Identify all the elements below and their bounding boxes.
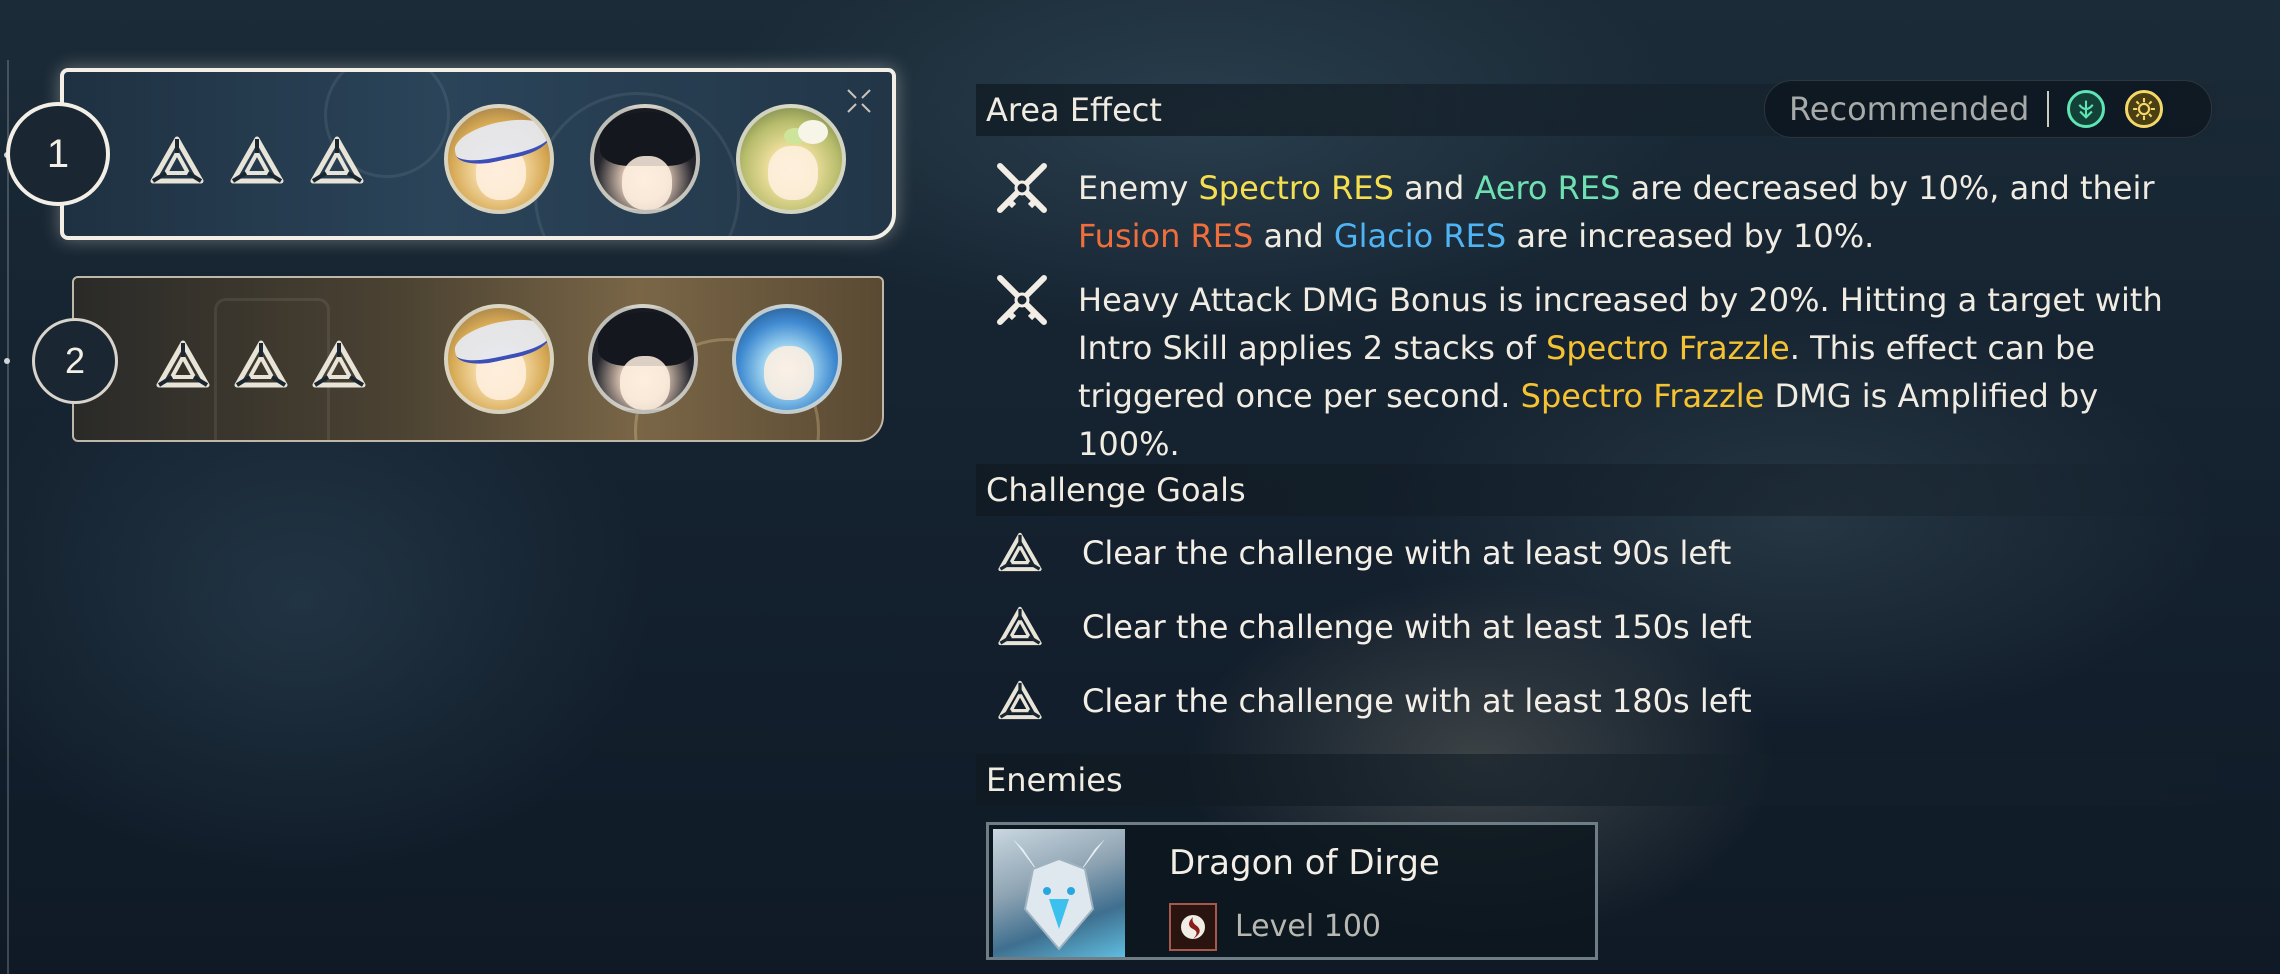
goal-star-icon [998, 532, 1042, 572]
stage-number-badge: 1 [6, 102, 110, 206]
character-avatar [736, 104, 846, 214]
rail-marker [4, 358, 10, 364]
challenge-goal: Clear the challenge with at least 150s l… [1082, 608, 1752, 646]
fusion-res-keyword: Fusion RES [1078, 217, 1254, 255]
character-avatar [588, 304, 698, 414]
enemy-level: Level 100 [1235, 909, 1381, 944]
avatar-face [764, 346, 814, 400]
spectro-frazzle-keyword: Spectro Frazzle [1546, 329, 1790, 367]
character-avatar [732, 304, 842, 414]
challenge-goals-header: Challenge Goals [976, 464, 2216, 516]
effect-text: Enemy [1078, 169, 1199, 207]
enemy-portrait [993, 829, 1125, 957]
character-avatar [444, 304, 554, 414]
character-avatar [590, 104, 700, 214]
glacio-res-keyword: Glacio RES [1333, 217, 1507, 255]
aero-icon [2067, 90, 2106, 128]
section-title: Area Effect [986, 91, 1162, 129]
goal-star-icon [230, 136, 284, 184]
area-effect-1: Enemy Spectro RES and Aero RES are decre… [1078, 164, 2218, 260]
effect-text: and [1393, 169, 1475, 207]
effect-text: and [1253, 217, 1334, 255]
character-avatar [444, 104, 554, 214]
goal-star-icon [156, 340, 210, 388]
dragon-image [1013, 839, 1105, 951]
stage-number-badge: 2 [32, 318, 118, 404]
area-effect-2: Heavy Attack DMG Bonus is increased by 2… [1078, 276, 2208, 468]
avatar-face [768, 146, 818, 200]
spectro-icon [2125, 90, 2164, 128]
goal-star-icon [150, 136, 204, 184]
goal-star-icon [312, 340, 366, 388]
stage-rail [7, 60, 9, 974]
divider [2047, 91, 2050, 127]
avatar-face [622, 156, 672, 210]
challenge-goal: Clear the challenge with at least 90s le… [1082, 534, 1732, 572]
effect-text: are increased by 10%. [1506, 217, 1875, 255]
goal-star-icon [234, 340, 288, 388]
stage-card-1[interactable] [60, 68, 896, 240]
stage-card-2[interactable] [72, 276, 884, 442]
avatar-flower [798, 120, 828, 144]
section-title: Enemies [986, 761, 1123, 799]
recommended-elements: Recommended [1764, 80, 2212, 138]
goal-star-icon [998, 680, 1042, 720]
expand-icon [847, 89, 871, 113]
enemy-card[interactable]: Dragon of Dirge Level 100 [986, 822, 1598, 960]
challenge-goal: Clear the challenge with at least 180s l… [1082, 682, 1752, 720]
goal-star-icon [310, 136, 364, 184]
havoc-icon [1169, 903, 1217, 951]
enemy-name: Dragon of Dirge [1169, 843, 1440, 883]
crossed-swords-icon [994, 272, 1050, 328]
havoc-glyph [1181, 915, 1205, 939]
recommended-label: Recommended [1789, 90, 2030, 128]
avatar-face [620, 356, 670, 410]
section-title: Challenge Goals [986, 471, 1246, 509]
enemies-header: Enemies [976, 754, 2216, 806]
goal-star-icon [998, 606, 1042, 646]
effect-text: are decreased by 10%, and their [1620, 169, 2155, 207]
spectro-res-keyword: Spectro RES [1198, 169, 1394, 207]
crossed-swords-icon [994, 160, 1050, 216]
aero-res-keyword: Aero RES [1474, 169, 1621, 207]
spectro-frazzle-keyword: Spectro Frazzle [1520, 377, 1765, 415]
